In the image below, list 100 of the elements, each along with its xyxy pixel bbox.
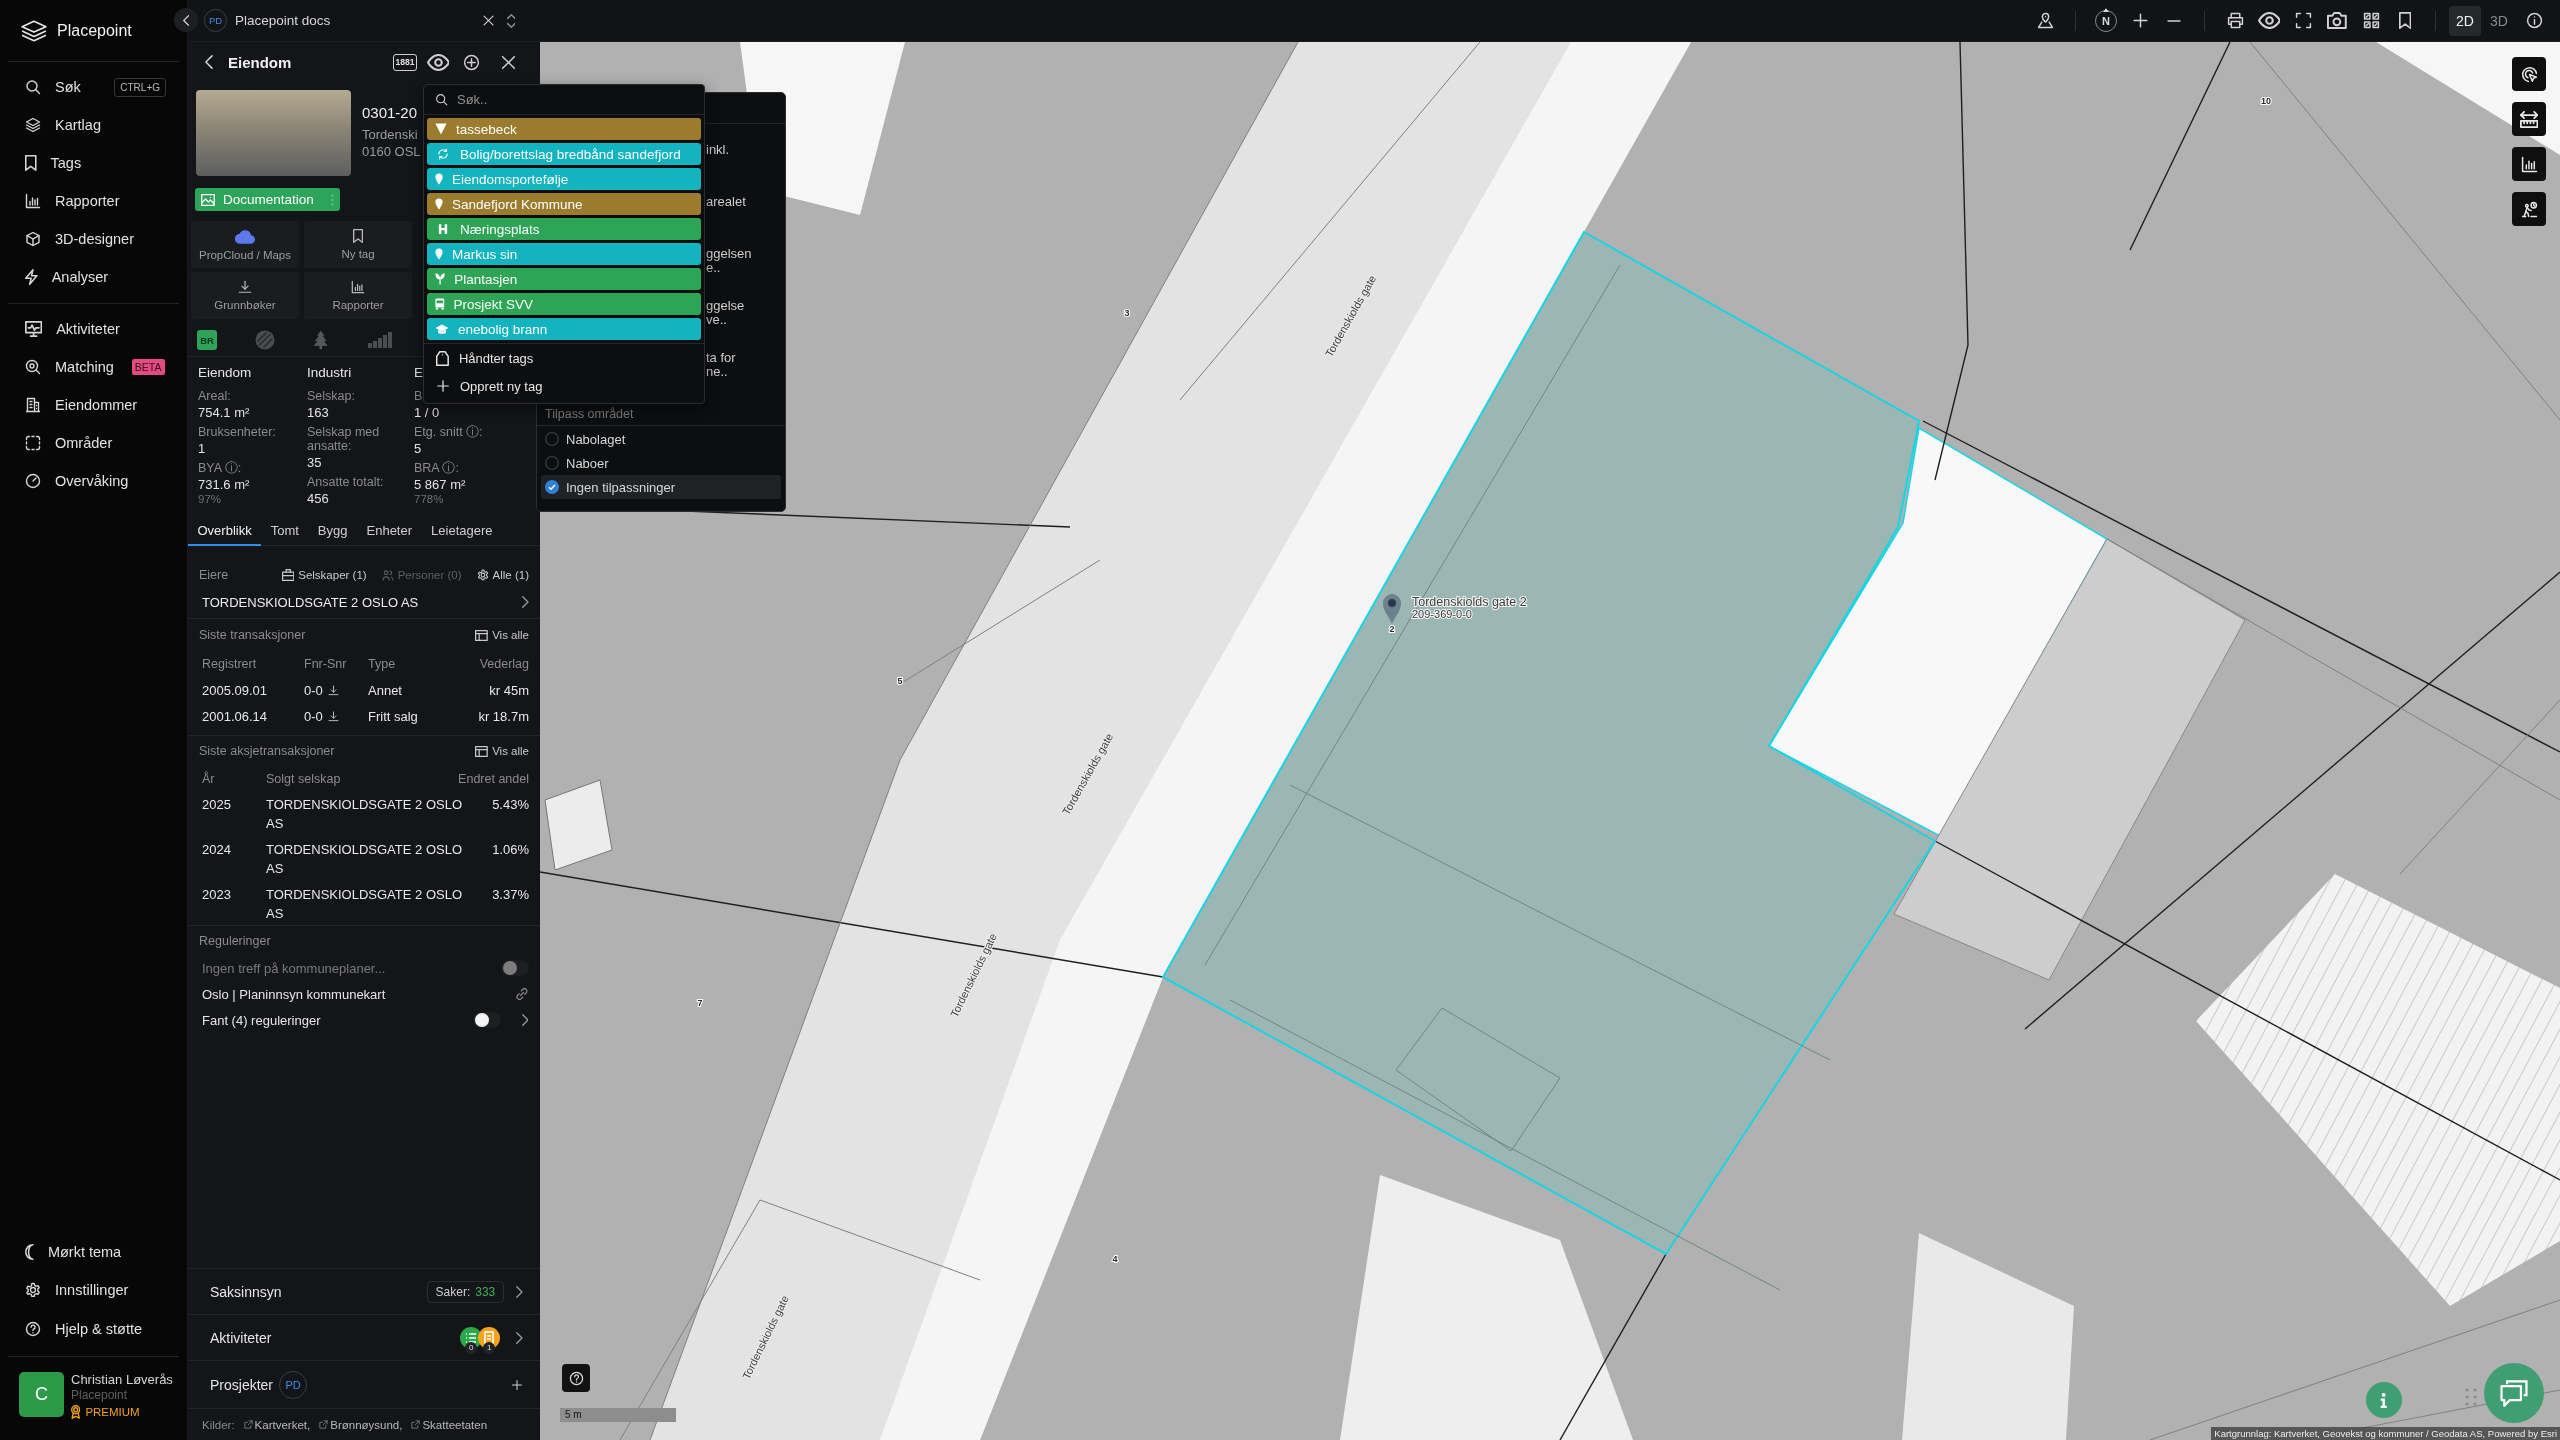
source-link[interactable]: Kartverket, xyxy=(243,1418,311,1431)
nav-item[interactable]: 3D-designer xyxy=(0,220,187,258)
project-title: Placepoint docs xyxy=(235,13,331,28)
transaction-date: 2005.09.01 xyxy=(202,682,269,698)
nav-item[interactable]: Områder xyxy=(0,424,187,462)
tag-item[interactable]: tassebeck xyxy=(427,118,701,140)
search-icon xyxy=(435,93,448,106)
radio-option[interactable]: Nabolaget xyxy=(541,427,781,451)
radio-option[interactable]: Naboer xyxy=(541,451,781,475)
signal-bars-icon xyxy=(368,332,393,348)
external-link-icon xyxy=(243,1420,253,1429)
house-number: 4 xyxy=(1112,1254,1118,1264)
chat-icon xyxy=(2500,1379,2528,1407)
stat-value: 1 xyxy=(198,441,206,457)
filter-button[interactable]: Alle (1) xyxy=(476,569,529,581)
measure-button[interactable] xyxy=(2512,102,2546,136)
chevron-left-icon xyxy=(205,55,213,69)
action-button[interactable]: Grunnbøker xyxy=(191,272,299,319)
statistics-button[interactable] xyxy=(2512,147,2546,181)
section-title: Eiere xyxy=(199,568,229,582)
cloud-icon xyxy=(235,228,255,244)
option-description: arealet xyxy=(706,195,746,209)
open-link-button[interactable] xyxy=(515,987,529,1001)
nav-item[interactable]: Aktiviteter xyxy=(0,310,187,348)
select-tool-button[interactable] xyxy=(2512,57,2546,91)
action-button[interactable]: PropCloud / Maps xyxy=(191,221,299,268)
action-button[interactable]: Rapporter xyxy=(304,272,412,319)
chevron-left-icon xyxy=(182,14,190,26)
toggle-switch[interactable] xyxy=(473,1012,501,1028)
owner-row[interactable]: TORDENSKIOLDSGATE 2 OSLO AS xyxy=(199,589,529,615)
expand-button[interactable] xyxy=(504,11,518,30)
tab[interactable]: Leietagere xyxy=(421,516,502,546)
column-header: År xyxy=(202,772,216,786)
view-all-link[interactable]: Vis alle xyxy=(475,629,529,641)
nav-item[interactable]: Rapporter xyxy=(0,182,187,220)
nav-item[interactable]: Innstillinger xyxy=(0,1271,187,1310)
nav-item[interactable]: Hjelp & støtte xyxy=(0,1309,187,1348)
cube-icon xyxy=(25,231,41,247)
help-button[interactable] xyxy=(562,1364,590,1392)
expand-button[interactable] xyxy=(521,1014,529,1026)
phonebook-button[interactable]: 1881 xyxy=(393,53,417,71)
nav-item[interactable]: Kartlag xyxy=(0,106,187,144)
section-row[interactable]: Aktiviteter 0 1 xyxy=(188,1315,540,1361)
stat-label: Selskap: xyxy=(307,389,355,403)
stat-heading: Eiendom xyxy=(198,365,252,381)
source-badge: BR xyxy=(197,330,217,350)
stat-value: 731.6 m² xyxy=(198,477,250,493)
compass-button[interactable]: N xyxy=(2089,3,2123,38)
tab[interactable]: Overblikk xyxy=(188,516,262,546)
download-icon xyxy=(327,710,339,722)
radio-option[interactable]: Ingen tilpassninger xyxy=(541,475,781,499)
section-title: Tilpass området xyxy=(544,406,634,422)
sources-label: Kilder: xyxy=(202,1418,235,1431)
stat-share: 778% xyxy=(414,493,444,506)
nav-item[interactable]: Analyser xyxy=(0,258,187,296)
source-link[interactable]: Brønnøysund, xyxy=(319,1418,403,1431)
source-link[interactable]: Skatteetaten xyxy=(411,1418,488,1431)
gear-icon xyxy=(476,569,489,581)
action-button[interactable]: Ny tag xyxy=(304,221,412,268)
download-button[interactable] xyxy=(327,710,339,722)
pin-title: Tordenskiolds gate 2 xyxy=(1412,595,1527,609)
nav-item[interactable]: Eiendommer xyxy=(0,386,187,424)
view-all-link[interactable]: Vis alle xyxy=(475,745,529,757)
logo-icon xyxy=(21,19,47,42)
camera-icon xyxy=(2327,12,2347,29)
search-icon xyxy=(25,79,41,95)
back-button[interactable] xyxy=(203,54,215,70)
external-link-icon xyxy=(411,1420,421,1429)
tab[interactable]: Tomt xyxy=(261,516,309,546)
stat-heading: E xyxy=(414,365,423,381)
image-icon xyxy=(201,193,215,206)
regulation-label: Oslo | Planinnsyn kommunekart xyxy=(202,986,386,1002)
download-button[interactable] xyxy=(327,684,339,696)
map-pin-icon xyxy=(1383,594,1401,624)
menu-item[interactable]: Opprett ny tag xyxy=(424,372,704,400)
walking-distance-button[interactable] xyxy=(2512,192,2546,226)
monitor-icon xyxy=(25,321,43,337)
table-icon xyxy=(475,745,489,757)
pin-icon xyxy=(435,173,443,185)
section-title: Siste transaksjoner xyxy=(199,628,306,642)
nav-item[interactable]: Søk CTRL+G xyxy=(0,68,187,106)
search-field[interactable]: Søk.. xyxy=(457,90,657,109)
dashed-square-icon xyxy=(25,435,41,451)
regulation-label: Fant (4) reguleringer xyxy=(202,1012,321,1028)
nav-item[interactable]: Tags xyxy=(0,144,187,182)
nav-item[interactable]: Overvåking xyxy=(0,462,187,500)
tag-item[interactable]: Sandefjord Kommune xyxy=(427,193,701,215)
filter-button[interactable]: Selskaper (1) xyxy=(281,569,367,581)
tab[interactable]: Enheter xyxy=(357,516,422,546)
menu-item[interactable]: Håndter tags xyxy=(424,344,704,372)
nav-item[interactable]: Matching BETA xyxy=(0,348,187,386)
section-row[interactable]: Saksinnsyn Saker: 333 xyxy=(188,1269,540,1315)
view-mode-button[interactable]: 2D xyxy=(2449,5,2481,36)
map-pin-person-icon xyxy=(2036,12,2054,29)
stat-value: 754.1 m² xyxy=(198,405,250,421)
link-icon xyxy=(515,987,529,1001)
nav-item[interactable]: Mørkt tema xyxy=(0,1232,187,1271)
view-mode-button[interactable]: 3D xyxy=(2483,5,2515,36)
tab[interactable]: Bygg xyxy=(308,516,357,546)
briefcase-icon xyxy=(281,569,295,581)
